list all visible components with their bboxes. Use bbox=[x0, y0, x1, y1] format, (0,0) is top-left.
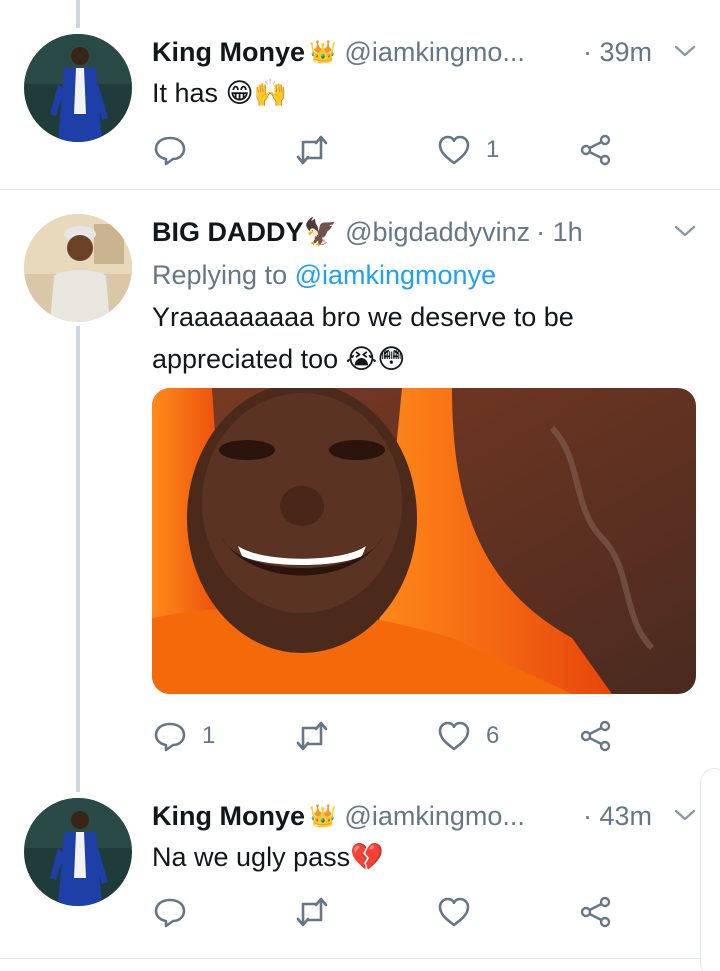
heart-icon bbox=[438, 721, 470, 751]
reply-button[interactable] bbox=[152, 892, 202, 932]
share-icon bbox=[580, 720, 611, 752]
timestamp[interactable]: · 39m bbox=[583, 32, 652, 72]
mention-link[interactable]: @iamkingmonye bbox=[295, 260, 497, 290]
reply-button[interactable] bbox=[152, 130, 202, 170]
user-handle[interactable]: @iamkingmo... bbox=[344, 37, 524, 67]
tweet-text-line-2: appreciated too 😭😳 bbox=[152, 344, 406, 374]
avatar[interactable] bbox=[24, 214, 132, 322]
tweet-2[interactable]: BIG DADDY🦅 @bigdaddyvinz · 1h Replying to … bbox=[0, 190, 720, 790]
scroll-edge-overlay[interactable] bbox=[700, 768, 720, 971]
share-button[interactable] bbox=[578, 892, 614, 932]
avatar[interactable] bbox=[24, 798, 132, 906]
share-icon bbox=[580, 896, 611, 928]
retweet-button[interactable] bbox=[294, 130, 344, 170]
user-handle[interactable]: @iamkingmo... bbox=[344, 801, 524, 831]
chevron-down-icon[interactable] bbox=[672, 218, 698, 244]
heart-icon bbox=[438, 897, 470, 927]
reply-button[interactable]: 1 bbox=[152, 716, 215, 756]
retweet-icon bbox=[296, 721, 328, 751]
heart-icon bbox=[438, 135, 470, 165]
reply-count: 1 bbox=[202, 722, 216, 749]
like-button[interactable]: 1 bbox=[436, 130, 499, 170]
tweet-text-line-1: Yraaaaaaaaa bro we deserve to be bbox=[152, 302, 574, 332]
chevron-down-icon[interactable] bbox=[672, 38, 698, 64]
user-name[interactable]: King Monye bbox=[152, 37, 305, 67]
user-name[interactable]: BIG DADDY🦅 bbox=[152, 217, 337, 247]
tweet-text: Na we ugly pass💔 bbox=[152, 842, 384, 872]
reply-icon bbox=[154, 898, 186, 928]
tweet-divider bbox=[0, 958, 720, 959]
share-icon bbox=[580, 134, 611, 166]
like-button[interactable]: 6 bbox=[436, 716, 499, 756]
share-button[interactable] bbox=[578, 716, 614, 756]
tweet-photo[interactable] bbox=[152, 388, 696, 694]
like-count: 6 bbox=[486, 722, 500, 749]
replying-to: Replying to @iamkingmonye bbox=[152, 254, 690, 296]
user-handle[interactable]: @bigdaddyvinz bbox=[345, 217, 530, 247]
share-button[interactable] bbox=[578, 130, 614, 170]
action-bar bbox=[152, 892, 672, 932]
timestamp[interactable]: · 1h bbox=[536, 217, 583, 247]
crown-badge: 👑 bbox=[309, 39, 337, 64]
action-bar: 1 bbox=[152, 130, 672, 170]
crown-badge: 👑 bbox=[309, 803, 337, 828]
retweet-button[interactable] bbox=[294, 892, 344, 932]
chevron-down-icon[interactable] bbox=[672, 802, 698, 828]
reply-icon bbox=[154, 136, 186, 166]
reply-icon bbox=[154, 722, 186, 752]
retweet-icon bbox=[296, 897, 328, 927]
tweet-3[interactable]: King Monye 👑 @iamkingmo... · 43m Na we ugl… bbox=[0, 790, 720, 971]
retweet-button[interactable] bbox=[294, 716, 344, 756]
avatar[interactable] bbox=[24, 34, 132, 142]
tweet-1[interactable]: King Monye 👑 @iamkingmo... · 39m It has 😁🙌… bbox=[0, 0, 720, 190]
action-bar: 1 6 bbox=[152, 716, 672, 756]
user-name[interactable]: King Monye bbox=[152, 801, 305, 831]
retweet-icon bbox=[296, 135, 328, 165]
like-count: 1 bbox=[486, 136, 500, 163]
tweet-text: It has 😁🙌 bbox=[152, 78, 288, 108]
replying-label: Replying to bbox=[152, 260, 288, 290]
timestamp[interactable]: · 43m bbox=[583, 796, 652, 836]
like-button[interactable] bbox=[436, 892, 486, 932]
